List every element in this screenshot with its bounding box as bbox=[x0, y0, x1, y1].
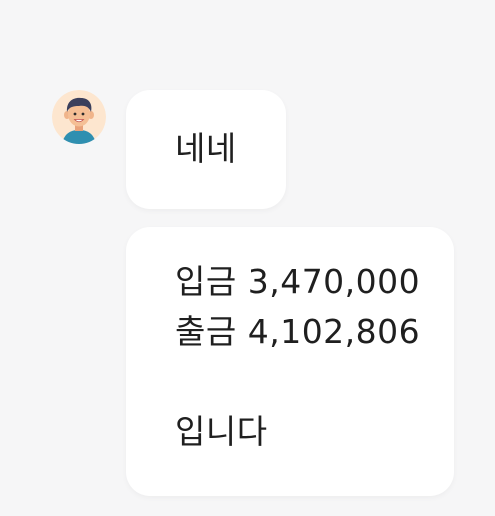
message-bubble[interactable]: 네네 bbox=[126, 90, 286, 209]
message-text: 네네 bbox=[175, 129, 237, 168]
message-text-line: 출금 4,102,806 bbox=[175, 312, 421, 351]
chat-thread: 네네 입금 3,470,000 출금 4,102,806 입니다 bbox=[0, 0, 495, 516]
message-bubble[interactable]: 입금 3,470,000 출금 4,102,806 입니다 bbox=[126, 227, 454, 496]
boy-avatar-icon bbox=[52, 90, 106, 144]
message-text-line: 입금 3,470,000 bbox=[175, 262, 421, 301]
sender-avatar[interactable] bbox=[52, 90, 106, 144]
message-text-line: 입니다 bbox=[175, 412, 268, 451]
